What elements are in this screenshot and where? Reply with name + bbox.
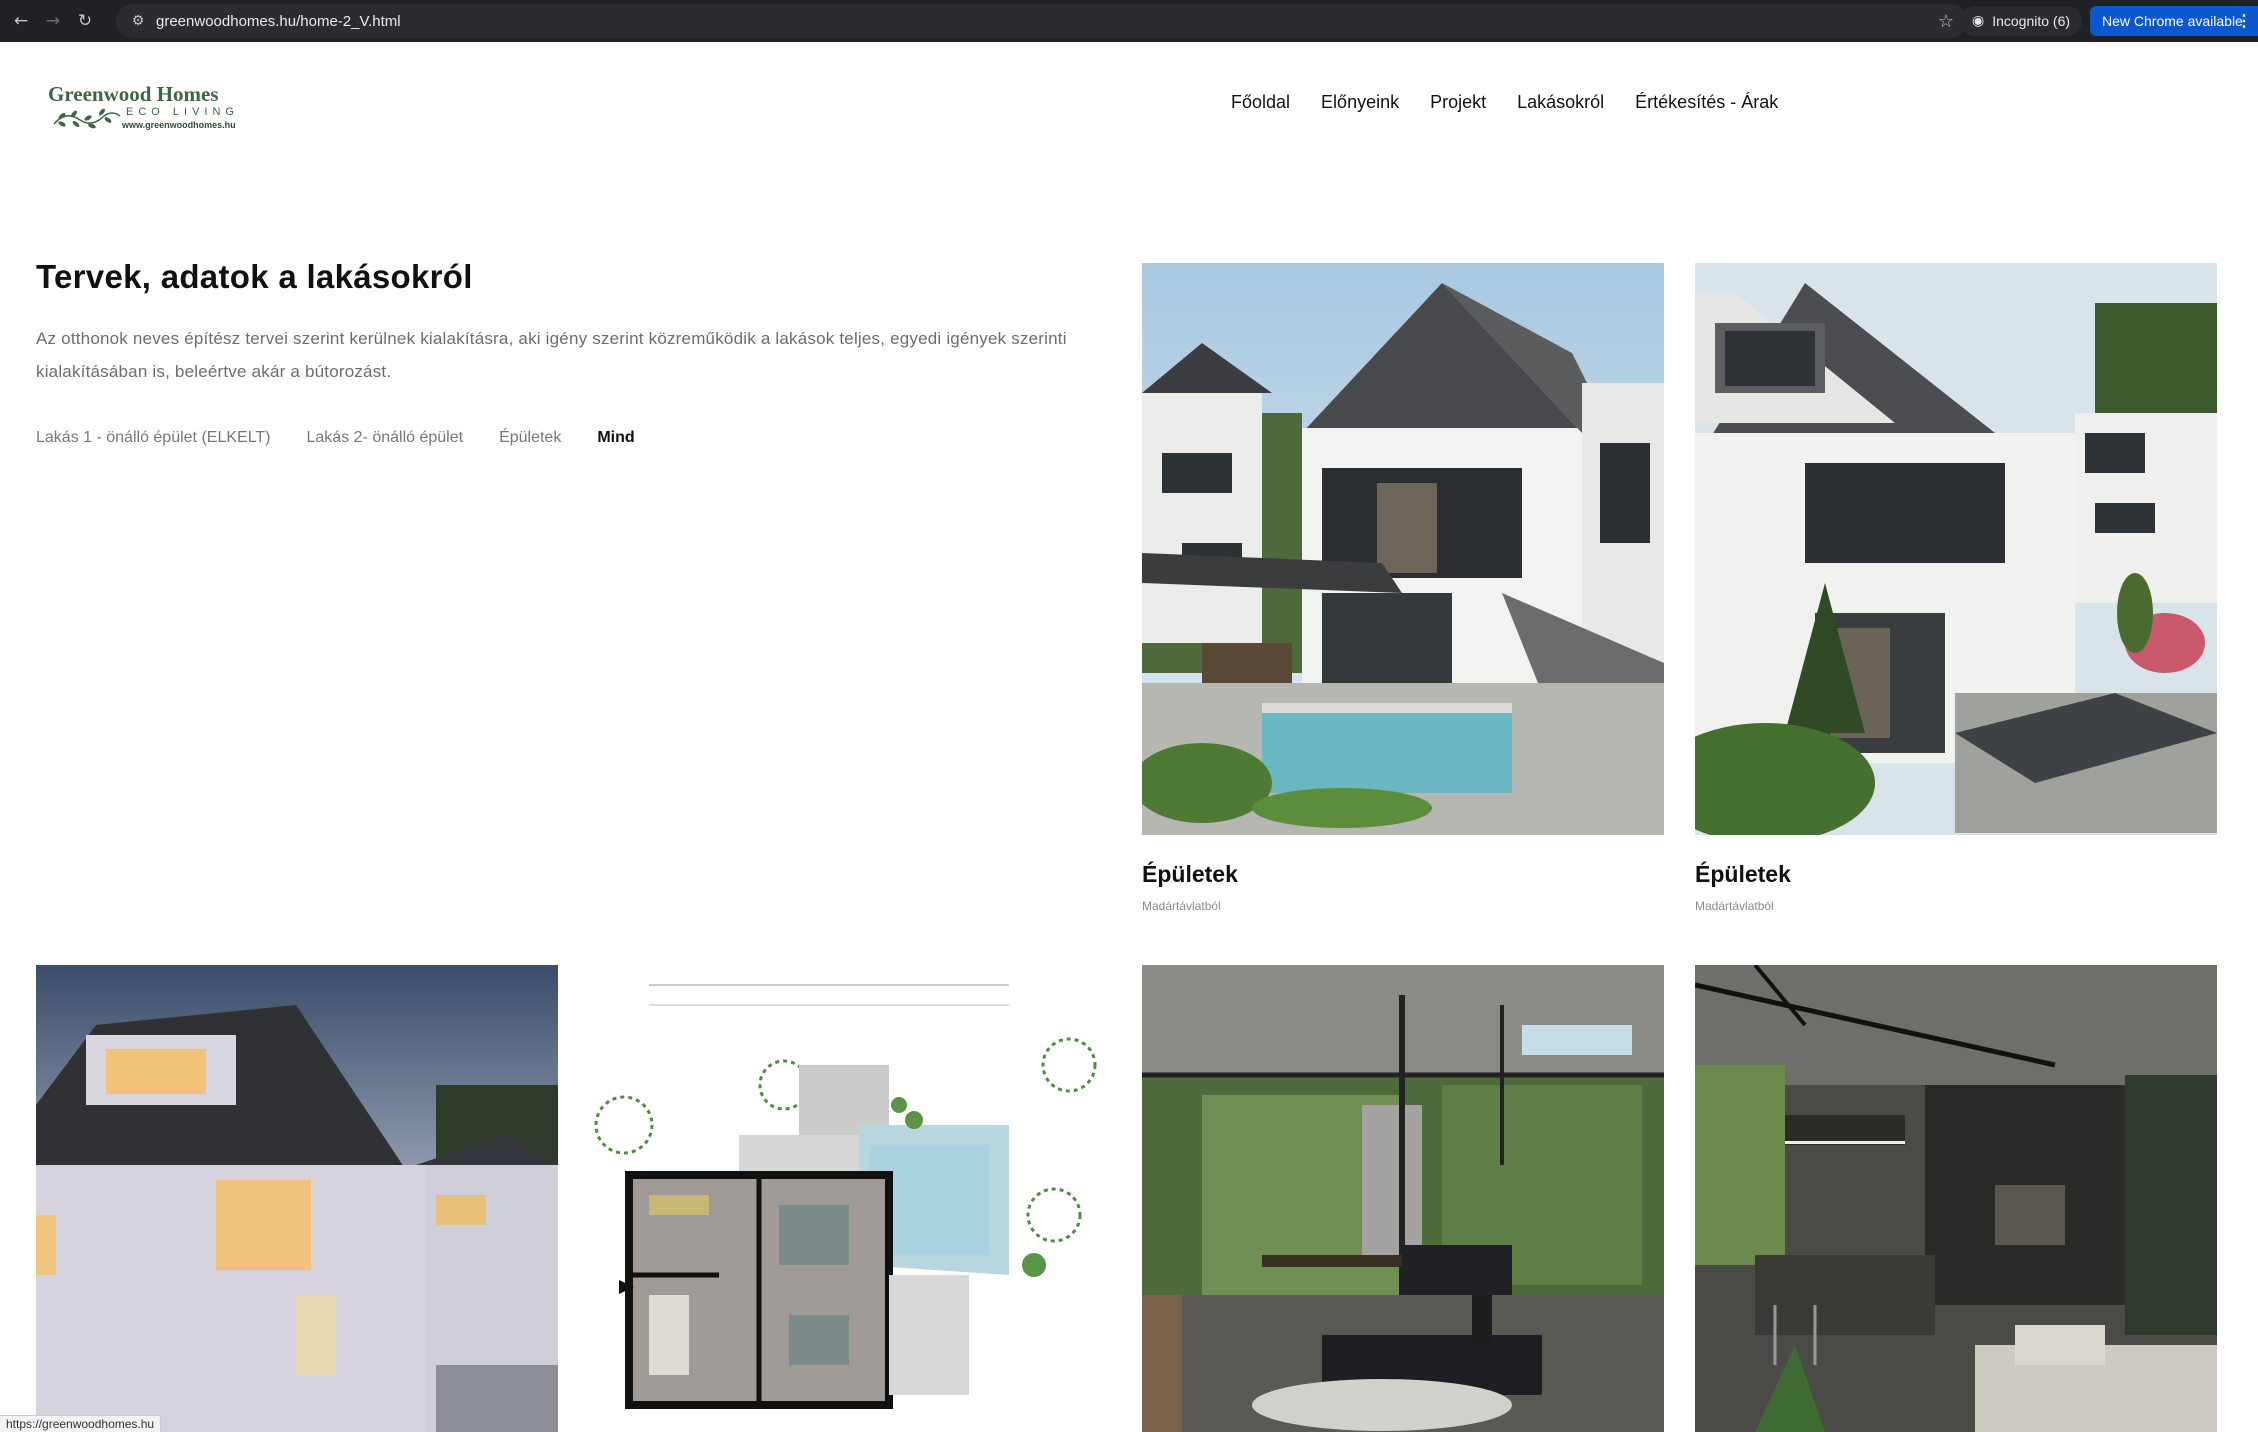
- filter-lakas-2[interactable]: Lakás 2- önálló épület: [307, 429, 464, 447]
- incognito-indicator[interactable]: ◉ Incognito (6): [1960, 6, 2083, 36]
- portfolio-image-floor-plan[interactable]: [589, 965, 1111, 1432]
- nav-item-foldal[interactable]: Főoldal: [1231, 92, 1290, 113]
- leaf-icon: [53, 108, 121, 129]
- incognito-icon: ◉: [1972, 13, 1985, 29]
- nav-item-ertekesites[interactable]: Értékesítés - Árak: [1635, 92, 1778, 113]
- forward-icon[interactable]: →: [42, 10, 64, 32]
- intro-text: Az otthonok neves építész tervei szerint…: [36, 329, 1067, 381]
- card-subtitle: Madártávlatból: [1142, 899, 1221, 913]
- logo-subtitle: ECO LIVING: [126, 106, 239, 118]
- portfolio-filters: Lakás 1 - önálló épület (ELKELT) Lakás 2…: [36, 429, 671, 447]
- filter-epuletek[interactable]: Épületek: [499, 429, 561, 447]
- portfolio-image-house-dusk[interactable]: [36, 965, 558, 1432]
- portfolio-image-interior-kitchen[interactable]: [1695, 965, 2217, 1432]
- menu-kebab-icon[interactable]: ⋮: [2236, 11, 2252, 31]
- update-label: New Chrome available: [2102, 13, 2243, 29]
- status-url: https://greenwoodhomes.hu: [0, 1415, 162, 1432]
- portfolio-image-house-pool[interactable]: [1142, 263, 1664, 835]
- back-icon[interactable]: ←: [10, 10, 32, 32]
- nav-item-projekt[interactable]: Projekt: [1430, 92, 1486, 113]
- filter-mind[interactable]: Mind: [597, 429, 634, 447]
- card-title[interactable]: Épületek: [1142, 861, 1238, 888]
- card-title[interactable]: Épületek: [1695, 861, 1791, 888]
- nav-item-lakasokrol[interactable]: Lakásokról: [1517, 92, 1604, 113]
- logo-url: www.greenwoodhomes.hu: [122, 120, 236, 130]
- card-subtitle: Madártávlatból: [1695, 899, 1774, 913]
- main-nav: Főoldal Előnyeink Projekt Lakásokról Ért…: [1231, 92, 1778, 113]
- browser-toolbar: ← → ↻ ⚙ greenwoodhomes.hu/home-2_V.html …: [0, 0, 2258, 42]
- url-text[interactable]: greenwoodhomes.hu/home-2_V.html: [156, 13, 401, 30]
- page-title: Tervek, adatok a lakásokról: [36, 258, 473, 295]
- bookmark-star-icon[interactable]: ☆: [1938, 11, 1954, 32]
- incognito-label: Incognito (6): [1992, 13, 2071, 29]
- reload-icon[interactable]: ↻: [74, 10, 96, 32]
- filter-lakas-1[interactable]: Lakás 1 - önálló épület (ELKELT): [36, 429, 271, 447]
- nav-item-elonyeink[interactable]: Előnyeink: [1321, 92, 1399, 113]
- portfolio-image-house-side[interactable]: [1695, 263, 2217, 835]
- portfolio-image-interior-dining[interactable]: [1142, 965, 1664, 1432]
- logo-title: Greenwood Homes: [48, 82, 219, 106]
- address-bar[interactable]: ⚙ greenwoodhomes.hu/home-2_V.html ☆: [116, 4, 1968, 38]
- site-info-icon[interactable]: ⚙: [128, 11, 148, 31]
- update-chrome-button[interactable]: New Chrome available ⋮: [2090, 6, 2258, 36]
- site-logo[interactable]: Greenwood Homes ECO LIVING www.greenwood…: [48, 80, 248, 140]
